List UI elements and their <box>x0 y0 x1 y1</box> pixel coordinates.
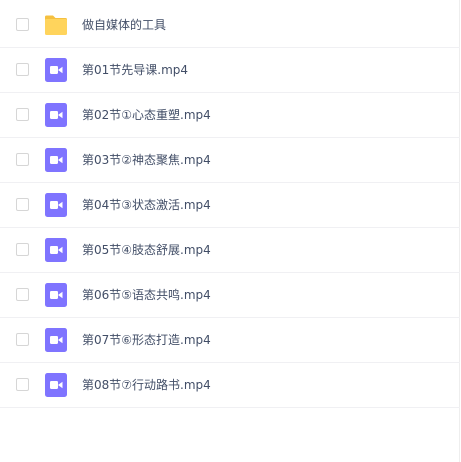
row-checkbox[interactable] <box>16 243 29 256</box>
file-list: 做自媒体的工具 第01节先导课.mp4 第02节①心态重塑.mp4 第03节②神… <box>0 0 460 462</box>
file-row[interactable]: 第02节①心态重塑.mp4 <box>0 93 460 138</box>
file-row[interactable]: 第07节⑥形态打造.mp4 <box>0 318 460 363</box>
file-name[interactable]: 第08节⑦行动路书.mp4 <box>82 377 211 393</box>
row-checkbox[interactable] <box>16 198 29 211</box>
video-file-icon <box>44 328 68 352</box>
row-checkbox[interactable] <box>16 333 29 346</box>
row-checkbox[interactable] <box>16 63 29 76</box>
file-name[interactable]: 第02节①心态重塑.mp4 <box>82 107 211 123</box>
file-name[interactable]: 第03节②神态聚焦.mp4 <box>82 152 211 168</box>
file-name[interactable]: 做自媒体的工具 <box>82 17 166 33</box>
video-file-icon <box>44 58 68 82</box>
video-file-icon <box>44 283 68 307</box>
file-name[interactable]: 第06节⑤语态共鸣.mp4 <box>82 287 211 303</box>
row-checkbox[interactable] <box>16 108 29 121</box>
file-row[interactable]: 第05节④肢态舒展.mp4 <box>0 228 460 273</box>
file-name[interactable]: 第04节③状态激活.mp4 <box>82 197 211 213</box>
video-file-icon <box>44 193 68 217</box>
row-checkbox[interactable] <box>16 288 29 301</box>
file-row[interactable]: 做自媒体的工具 <box>0 3 460 48</box>
file-row[interactable]: 第06节⑤语态共鸣.mp4 <box>0 273 460 318</box>
file-row[interactable]: 第01节先导课.mp4 <box>0 48 460 93</box>
folder-icon <box>44 13 68 37</box>
file-row[interactable]: 第08节⑦行动路书.mp4 <box>0 363 460 408</box>
file-name[interactable]: 第01节先导课.mp4 <box>82 62 188 78</box>
file-name[interactable]: 第07节⑥形态打造.mp4 <box>82 332 211 348</box>
video-file-icon <box>44 238 68 262</box>
file-row[interactable]: 第04节③状态激活.mp4 <box>0 183 460 228</box>
row-checkbox[interactable] <box>16 18 29 31</box>
video-file-icon <box>44 373 68 397</box>
row-checkbox[interactable] <box>16 153 29 166</box>
file-row[interactable]: 第03节②神态聚焦.mp4 <box>0 138 460 183</box>
row-checkbox[interactable] <box>16 378 29 391</box>
file-name[interactable]: 第05节④肢态舒展.mp4 <box>82 242 211 258</box>
video-file-icon <box>44 103 68 127</box>
video-file-icon <box>44 148 68 172</box>
